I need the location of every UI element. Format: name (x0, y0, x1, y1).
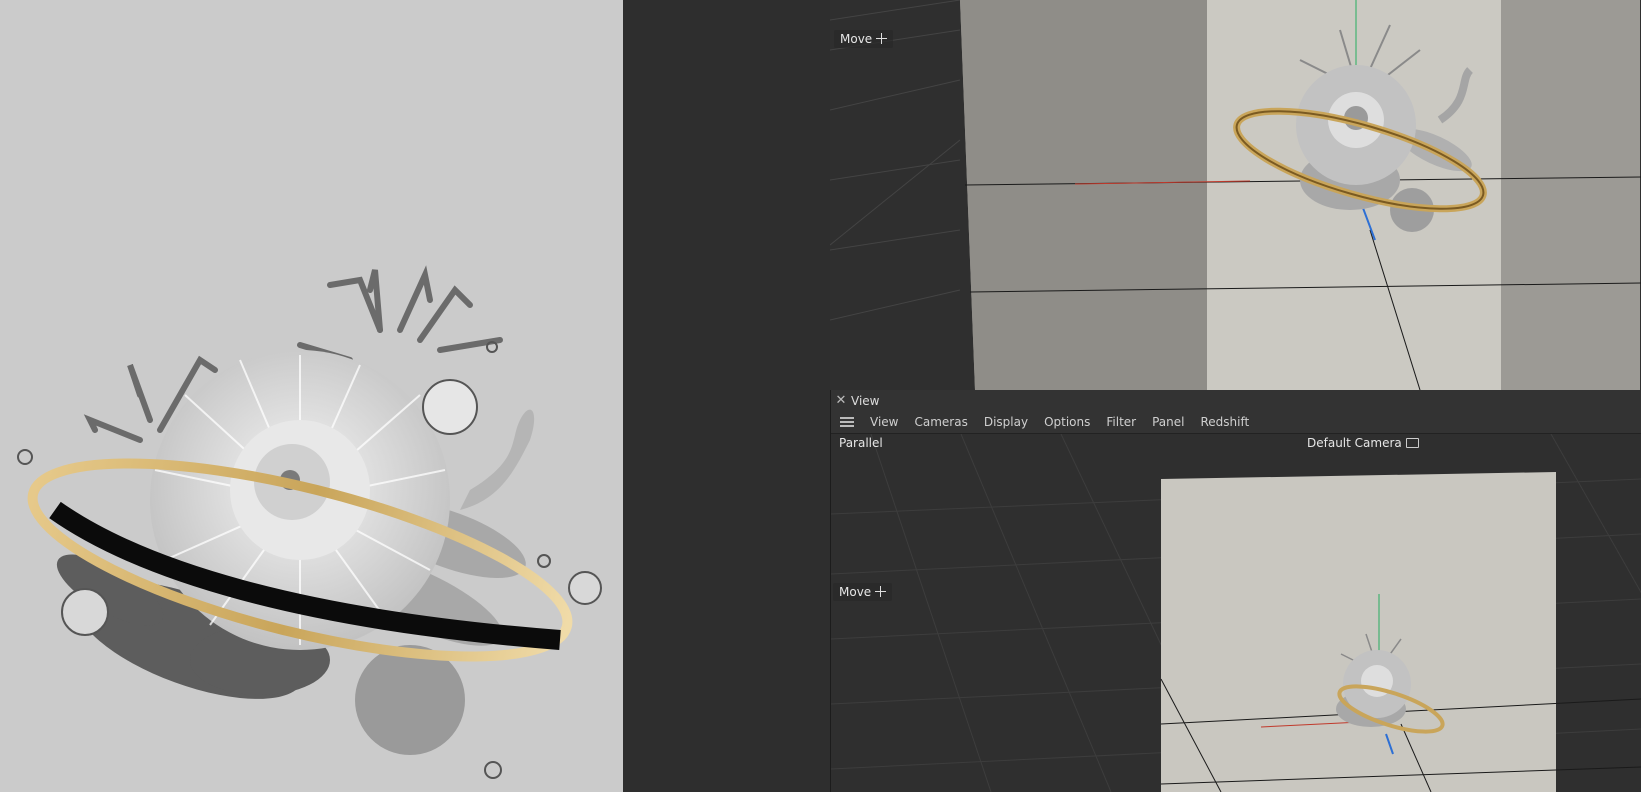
render-image (17, 265, 602, 779)
camera-icon (1405, 438, 1419, 448)
projection-label[interactable]: Parallel (833, 434, 889, 452)
move-tool-text: Move (840, 32, 873, 46)
close-icon[interactable]: ✕ (831, 393, 851, 408)
view-tab-title: View (851, 393, 880, 408)
parallel-scene (831, 434, 1641, 792)
move-tool-label[interactable]: Move (834, 30, 894, 48)
render-preview (0, 0, 623, 792)
move-icon (875, 586, 887, 597)
hamburger-menu-icon[interactable] (840, 415, 854, 429)
view-panel: ✕ View View Cameras Display Options Filt… (830, 390, 1641, 792)
perspective-viewport[interactable]: Move (830, 0, 1641, 390)
menu-redshift[interactable]: Redshift (1192, 415, 1257, 429)
camera-label-text: Default Camera (1307, 436, 1402, 450)
viewport-scene (830, 0, 1641, 390)
menu-panel[interactable]: Panel (1144, 415, 1192, 429)
view-tab-header: ✕ View (831, 390, 1641, 412)
sponge (355, 645, 465, 755)
camera-label[interactable]: Default Camera (1301, 434, 1425, 452)
parallel-viewport[interactable]: Parallel Default Camera Move (831, 434, 1641, 792)
menu-display[interactable]: Display (976, 415, 1036, 429)
move-tool-text-bottom: Move (839, 585, 872, 599)
move-tool-label-bottom[interactable]: Move (833, 583, 893, 601)
menu-view[interactable]: View (862, 415, 906, 429)
empty-panel (623, 0, 830, 792)
move-icon (876, 33, 888, 44)
menu-cameras[interactable]: Cameras (906, 415, 975, 429)
menu-filter[interactable]: Filter (1098, 415, 1144, 429)
menu-options[interactable]: Options (1036, 415, 1098, 429)
viewport-menu-bar: View Cameras Display Options Filter Pane… (831, 411, 1641, 434)
